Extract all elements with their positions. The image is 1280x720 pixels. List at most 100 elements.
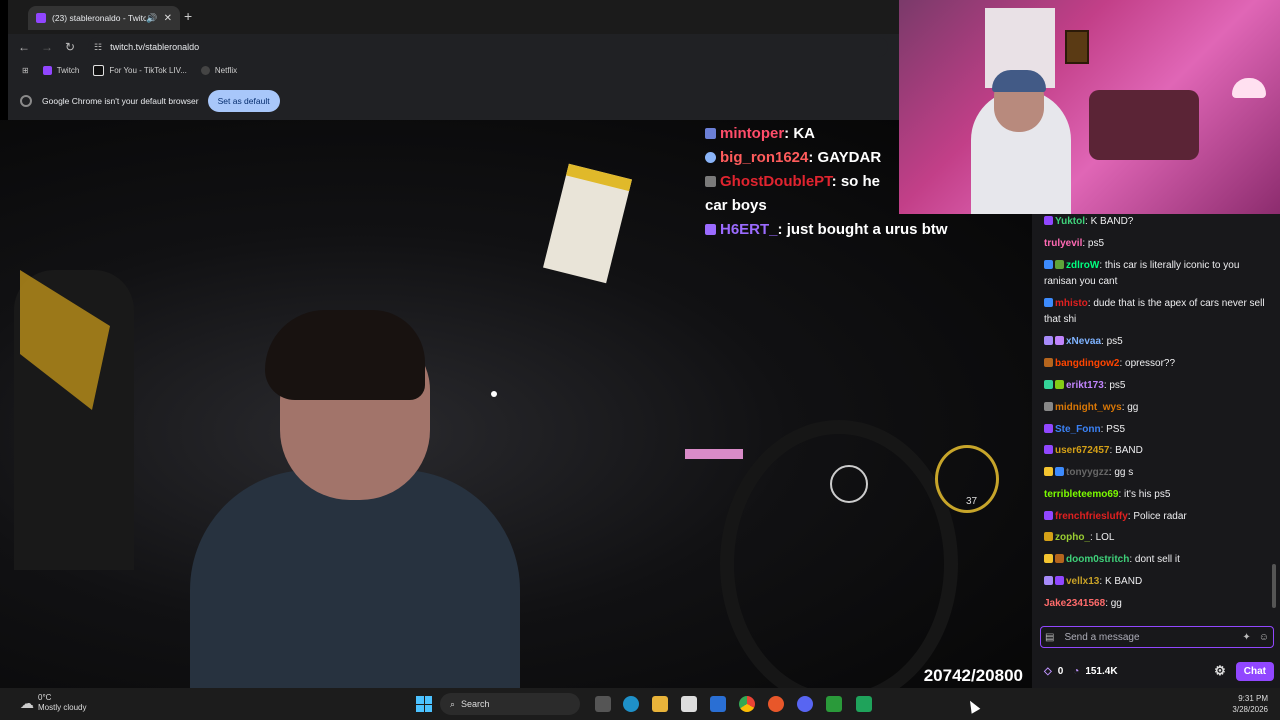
xbox-icon[interactable] [826,696,842,712]
chat-username[interactable]: xNevaa [1066,336,1101,347]
discord-icon[interactable] [797,696,813,712]
chat-username[interactable]: user672457 [1055,445,1110,456]
chat-badge-icon[interactable] [1055,336,1064,345]
file-explorer-icon[interactable] [652,696,668,712]
chat-username[interactable]: trulyevil [1044,238,1082,249]
channel-points[interactable]: ◔ 151.4K [1073,666,1117,677]
chat-message-text: it's his ps5 [1124,489,1171,500]
chat-username[interactable]: Jake2341568 [1044,598,1105,609]
chrome-icon[interactable] [739,696,755,712]
stream-video-player[interactable]: 37 mintoper: KA big_ron1624: GAYDAR Ghos… [0,120,1032,688]
set-as-default-button[interactable]: Set as default [207,90,280,112]
app-icon-orange[interactable] [768,696,784,712]
back-icon[interactable]: ← [18,40,30,54]
chat-settings-icon[interactable]: ▤ [1045,632,1054,643]
browser-tab[interactable]: (23) stableronaldo - Twitch 🔊 ✕ [28,6,180,30]
chat-message: mhisto: dude that is the apex of cars ne… [1044,296,1272,328]
speaker-icon[interactable]: 🔊 [146,13,157,24]
chat-badge-icon[interactable] [1044,380,1053,389]
chat-username[interactable]: tonyygzz [1066,467,1109,478]
chat-message: terribleteemo69: it's his ps5 [1044,487,1272,503]
chat-badge-icon[interactable] [1044,260,1053,269]
chat-badge-icon[interactable] [1055,576,1064,585]
chat-username[interactable]: Yuktol [1055,216,1085,227]
chat-message-text: ps5 [1087,238,1105,249]
weather-temp: 0°C [38,693,52,702]
mail-icon[interactable] [710,696,726,712]
chrome-logo-icon [20,95,32,107]
chat-badge-icon[interactable] [1044,554,1053,563]
webcam-couch [1089,90,1199,160]
close-tab-icon[interactable]: ✕ [164,13,172,24]
bookmark-netflix[interactable]: Netflix [200,65,237,75]
reload-icon[interactable]: ↻ [65,40,75,54]
chat-scrollbar[interactable] [1272,564,1276,608]
bits-balance[interactable]: ◇ 0 [1044,666,1063,677]
site-info-icon[interactable]: ☷ [94,42,102,53]
chat-message-text: ps5 [1106,336,1123,347]
chat-username[interactable]: midnight_wys [1055,402,1122,413]
chat-username[interactable]: mhisto [1055,298,1088,309]
dashboard-light [685,449,743,459]
chat-message-input[interactable] [1058,631,1239,643]
bookmark-twitch[interactable]: Twitch [42,65,79,75]
chat-send-button[interactable]: Chat [1235,661,1274,681]
chat-username[interactable]: vellx13 [1066,576,1099,587]
chat-input-box[interactable]: ▤ ✦ ☺ [1040,626,1274,648]
chat-badge-icon[interactable] [1044,298,1053,307]
system-clock[interactable]: 9:31 PM 3/28/2026 [1232,693,1268,715]
chat-message: erikt173: ps5 [1044,378,1272,394]
chat-username[interactable]: Ste_Fonn [1055,424,1101,435]
taskbar-search[interactable]: ⌕ Search [440,693,580,715]
chat-username[interactable]: frenchfriesluffy [1055,511,1128,522]
edge-icon[interactable] [623,696,639,712]
apps-grid-icon[interactable]: ⊞ [22,66,29,75]
windows-taskbar: ☁ 0°C Mostly cloudy ⌕ Search 9:31 PM 3/2… [0,688,1280,720]
chat-message-text: opressor?? [1125,358,1176,369]
chat-badge-icon[interactable] [1044,511,1053,520]
chat-badge-icon[interactable] [1055,260,1064,269]
chat-badge-icon[interactable] [1044,445,1053,454]
chat-badge-icon[interactable] [1044,216,1053,225]
chat-username[interactable]: terribleteemo69 [1044,489,1118,500]
chat-badge-icon[interactable] [1044,358,1053,367]
chat-username[interactable]: doom0stritch [1066,554,1129,565]
windows-start-icon[interactable] [416,696,432,712]
chat-badge-icon[interactable] [1055,554,1064,563]
chat-panel: Yuktol: K BAND? trulyevil: ps5 zdlroW: thi… [1032,214,1280,688]
chat-message-text: BAND [1115,445,1143,456]
chat-username[interactable]: zopho_ [1055,532,1090,543]
chat-message-text: gg s [1114,467,1134,478]
new-tab-icon[interactable]: + [184,8,192,24]
chat-badge-icon[interactable] [1044,424,1053,433]
chat-badge-icon[interactable] [1044,336,1053,345]
overlay-username: H6ERT_ [720,221,778,238]
emote-picker-icon[interactable]: ☺ [1259,632,1269,643]
tab-title: (23) stableronaldo - Twitch [52,13,147,23]
chat-badge-icon[interactable] [1044,402,1053,411]
chat-message-text: gg [1110,598,1122,609]
store-icon[interactable] [681,696,697,712]
chat-badge-icon[interactable] [1055,467,1064,476]
task-view-icon[interactable] [595,696,611,712]
weather-widget[interactable]: ☁ 0°C Mostly cloudy [20,693,86,713]
bookmark-tiktok[interactable]: For You - TikTok LIV... [93,64,187,76]
address-bar[interactable]: ☷ twitch.tv/stableronaldo [88,37,888,57]
chat-badge-icon[interactable] [1044,576,1053,585]
browser-window: (23) stableronaldo - Twitch 🔊 ✕ + ← → ↻ … [8,0,899,121]
chat-gear-icon[interactable]: ⚙ [1214,663,1226,679]
chat-badge-icon[interactable] [1044,532,1053,541]
bits-cheer-icon[interactable]: ✦ [1242,632,1250,643]
chat-badge-icon[interactable] [1044,467,1053,476]
chat-badge-icon[interactable] [1055,380,1064,389]
webcam-feed [899,0,1280,214]
chat-username[interactable]: bangdingow2 [1055,358,1119,369]
chat-message: xNevaa: ps5 [1044,334,1272,350]
chat-message-text: gg [1127,402,1139,413]
app-icon-green[interactable] [856,696,872,712]
forward-icon[interactable]: → [41,40,53,54]
tiktok-icon [93,64,105,76]
steering-wheel [720,420,958,688]
chat-username[interactable]: zdlroW [1066,260,1099,271]
chat-username[interactable]: erikt173 [1066,380,1104,391]
